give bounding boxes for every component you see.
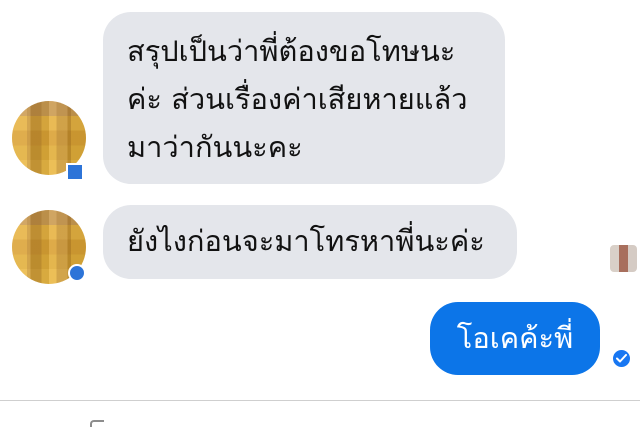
seen-avatar bbox=[610, 245, 637, 272]
message-line: ค่ะ ส่วนเรื่องค่าเสียหายแล้ว bbox=[127, 82, 468, 116]
message-line: มาว่ากันนะคะ bbox=[127, 130, 303, 164]
incoming-message-bubble: ยังไงก่อนจะมาโทรหาพี่นะค่ะ bbox=[103, 205, 517, 279]
composer-divider bbox=[0, 400, 640, 401]
chat-thread: สรุปเป็นว่าพี่ต้องขอโทษนะ ค่ะ ส่วนเรื่อง… bbox=[0, 0, 640, 427]
sent-check-icon bbox=[611, 348, 632, 369]
message-line: ยังไงก่อนจะมาโทรหาพี่นะค่ะ bbox=[127, 224, 485, 258]
outgoing-message-bubble: โอเคค้ะพี่ bbox=[430, 302, 600, 375]
message-line: สรุปเป็นว่าพี่ต้องขอโทษนะ bbox=[127, 34, 456, 68]
outgoing-message-text: โอเคค้ะพี่ bbox=[456, 321, 574, 355]
verification-badge-icon bbox=[66, 163, 84, 181]
verification-badge-icon bbox=[68, 264, 86, 282]
composer-icon[interactable] bbox=[90, 420, 104, 427]
incoming-message-bubble: สรุปเป็นว่าพี่ต้องขอโทษนะ ค่ะ ส่วนเรื่อง… bbox=[103, 12, 505, 184]
